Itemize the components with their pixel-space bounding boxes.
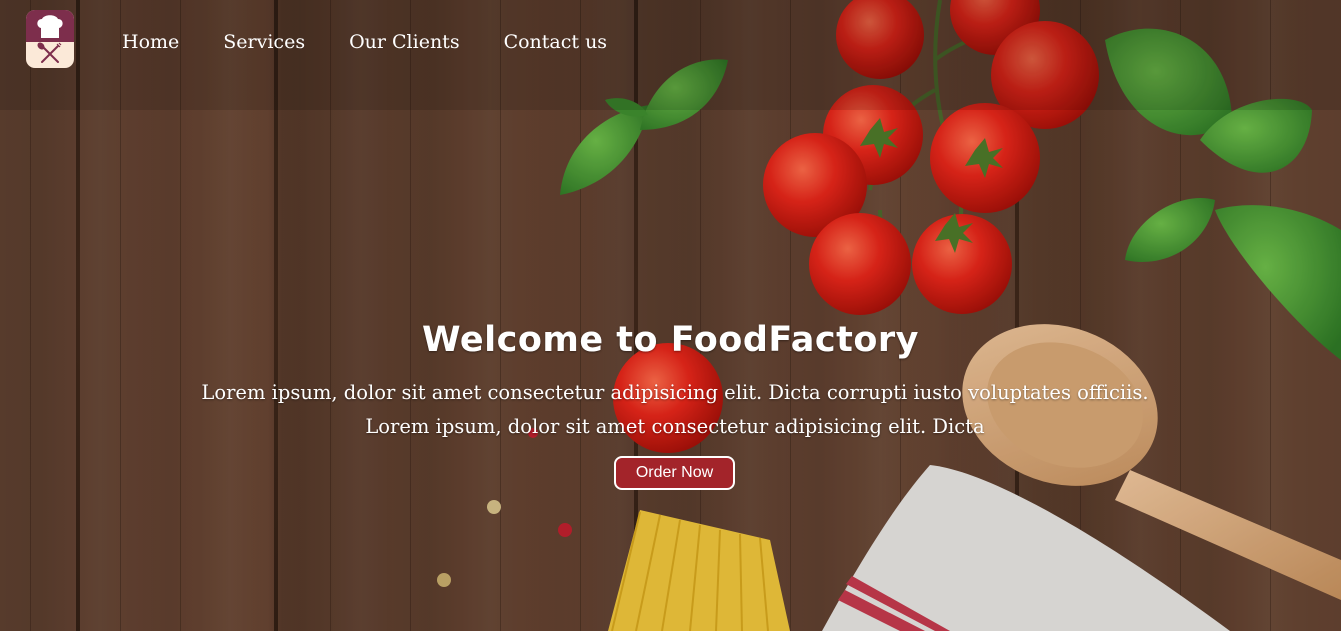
order-now-button[interactable]: Order Now xyxy=(614,456,735,490)
hero-title: Welcome to FoodFactory xyxy=(422,320,919,360)
hero-description-line-1: Lorem ipsum, dolor sit amet consectetur … xyxy=(201,381,1149,404)
nav-contact-us-link[interactable]: Contact us xyxy=(504,31,607,53)
main-nav: Home Services Our Clients Contact us xyxy=(122,31,651,53)
nav-our-clients-link[interactable]: Our Clients xyxy=(349,31,460,53)
nav-services-link[interactable]: Services xyxy=(223,31,305,53)
hero-description-line-2: Lorem ipsum, dolor sit amet consectetur … xyxy=(365,415,985,438)
nav-home-link[interactable]: Home xyxy=(122,31,179,53)
chef-hat-utensils-icon xyxy=(37,15,63,63)
hero-description: Lorem ipsum, dolor sit amet consectetur … xyxy=(140,376,1210,444)
top-navbar: Home Services Our Clients Contact us xyxy=(0,0,1341,110)
logo[interactable] xyxy=(26,10,74,68)
